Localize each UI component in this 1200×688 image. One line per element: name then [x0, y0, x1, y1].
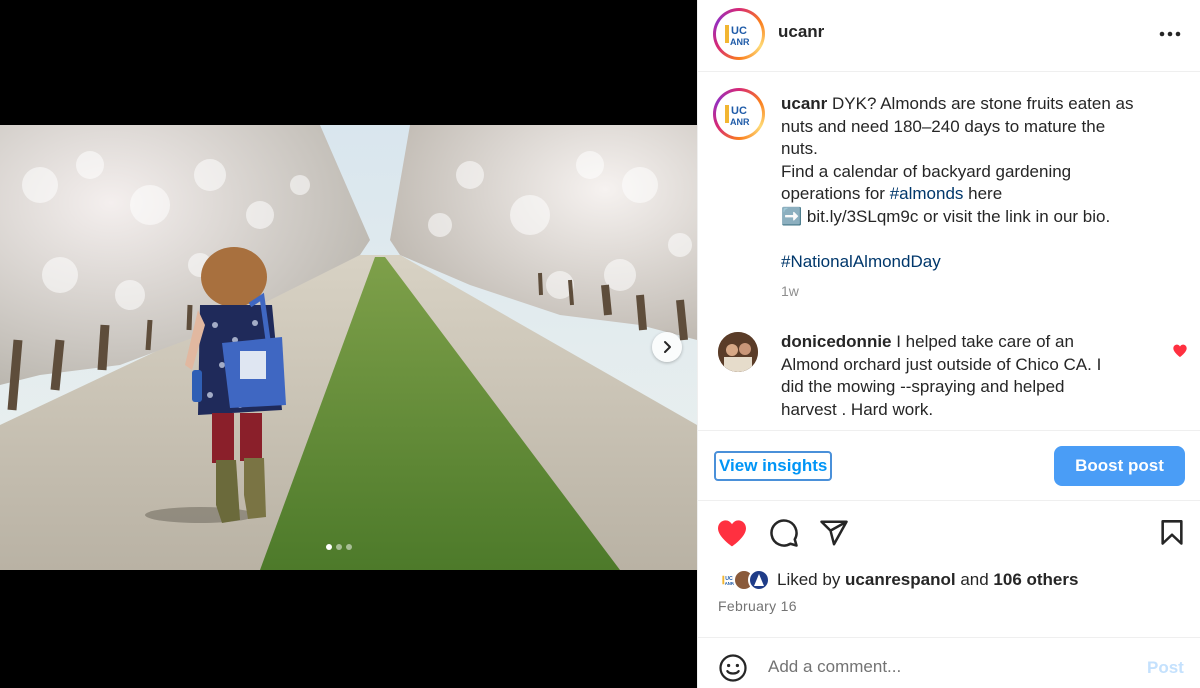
- comment-text-line: I helped take care of an: [891, 332, 1074, 351]
- comment-body: donicedonnie I helped take care of an Al…: [781, 331, 1141, 421]
- commenter-avatar[interactable]: [718, 332, 758, 372]
- comment-text-line: Almond orchard just outside of Chico CA.…: [781, 354, 1102, 374]
- ucanr-logo-icon: UC ANR: [725, 25, 750, 47]
- carousel-indicator: [326, 544, 352, 550]
- likes-prefix: Liked by: [777, 570, 846, 589]
- liker-logo-icon: [754, 574, 764, 586]
- post-timestamp[interactable]: 1w: [781, 283, 799, 299]
- comments-section: UC ANR ucanr DYK? Almonds are stone frui…: [698, 72, 1200, 430]
- comment-text-line: harvest . Hard work.: [781, 399, 934, 419]
- svg-text:ANR: ANR: [730, 37, 750, 47]
- comment-text-line: did the mowing --spraying and helped: [781, 377, 1065, 397]
- post-photo[interactable]: [0, 125, 697, 570]
- commenter-username[interactable]: donicedonnie: [781, 332, 892, 351]
- liker-avatars: UC ANR: [718, 569, 770, 591]
- almond-orchard-image: [0, 125, 697, 570]
- boost-post-button[interactable]: Boost post: [1054, 446, 1185, 486]
- caption-avatar[interactable]: UC ANR: [713, 88, 765, 140]
- ucanr-logo-icon: UC ANR: [725, 105, 750, 127]
- profile-avatar[interactable]: UC ANR: [713, 8, 765, 60]
- post-username[interactable]: ucanr: [778, 22, 824, 42]
- add-comment-bar: Post: [698, 637, 1200, 688]
- caption-text-line: nuts.: [781, 139, 818, 159]
- comment-like-heart-icon[interactable]: [1172, 343, 1188, 359]
- svg-text:UC: UC: [731, 25, 747, 37]
- caption-text-line: operations for: [781, 184, 890, 204]
- likes-connector: and: [955, 570, 994, 589]
- post-caption: ucanr DYK? Almonds are stone fruits eate…: [781, 93, 1181, 274]
- others-count[interactable]: 106 others: [993, 570, 1078, 589]
- more-options-button[interactable]: [1158, 22, 1182, 46]
- carousel-next-button[interactable]: [652, 332, 682, 362]
- caption-username[interactable]: ucanr: [781, 94, 827, 113]
- post-actions: [698, 501, 1200, 561]
- post-comment-button[interactable]: Post: [1147, 658, 1184, 678]
- caption-text-line: here: [963, 184, 1003, 204]
- save-button[interactable]: [1156, 517, 1188, 549]
- caption-link-line: ➡️ bit.ly/3SLqm9c or visit the link in o…: [781, 206, 1111, 226]
- share-button[interactable]: [818, 517, 850, 549]
- carousel-dot: [346, 544, 352, 550]
- post-date[interactable]: February 16: [718, 598, 797, 614]
- chevron-right-icon: [664, 341, 671, 353]
- comment-icon: [770, 519, 798, 547]
- carousel-dot: [326, 544, 332, 550]
- carousel-dot: [336, 544, 342, 550]
- emoji-icon[interactable]: [718, 653, 748, 683]
- comment-button[interactable]: [768, 517, 800, 549]
- caption-text-line: Find a calendar of backyard gardening: [781, 161, 1072, 181]
- likes-text[interactable]: Liked by ucanrespanol and 106 others: [777, 570, 1078, 590]
- like-button[interactable]: [716, 517, 748, 549]
- post-details-panel: UC ANR ucanr UC ANR ucanr DYK? Almonds a…: [697, 0, 1200, 688]
- caption-text-line: DYK? Almonds are stone fruits eaten as: [827, 94, 1134, 113]
- heart-icon: [718, 520, 746, 547]
- media-pane: [0, 0, 697, 688]
- likes-summary: UC ANR Liked by ucanrespanol and 106 oth…: [718, 569, 1078, 591]
- post-header: UC ANR ucanr: [698, 0, 1200, 72]
- hashtag-link[interactable]: #almonds: [890, 184, 964, 203]
- hashtag-link[interactable]: #NationalAlmondDay: [781, 251, 1181, 274]
- instagram-post-view: UC ANR ucanr UC ANR ucanr DYK? Almonds a…: [0, 0, 1200, 688]
- first-liker-username[interactable]: ucanrespanol: [845, 570, 956, 589]
- insights-bar: View insights Boost post: [698, 430, 1200, 501]
- more-horizontal-icon: [1159, 31, 1181, 37]
- svg-text:ANR: ANR: [730, 117, 750, 127]
- share-icon: [820, 520, 848, 546]
- liker-avatar[interactable]: [748, 569, 770, 591]
- comment-input[interactable]: [768, 653, 1128, 681]
- view-insights-button[interactable]: View insights: [714, 451, 833, 481]
- bookmark-icon: [1161, 520, 1183, 545]
- caption-text-line: nuts and need 180–240 days to mature the: [781, 116, 1106, 136]
- svg-text:UC: UC: [731, 105, 747, 117]
- commenter-photo: [718, 332, 758, 372]
